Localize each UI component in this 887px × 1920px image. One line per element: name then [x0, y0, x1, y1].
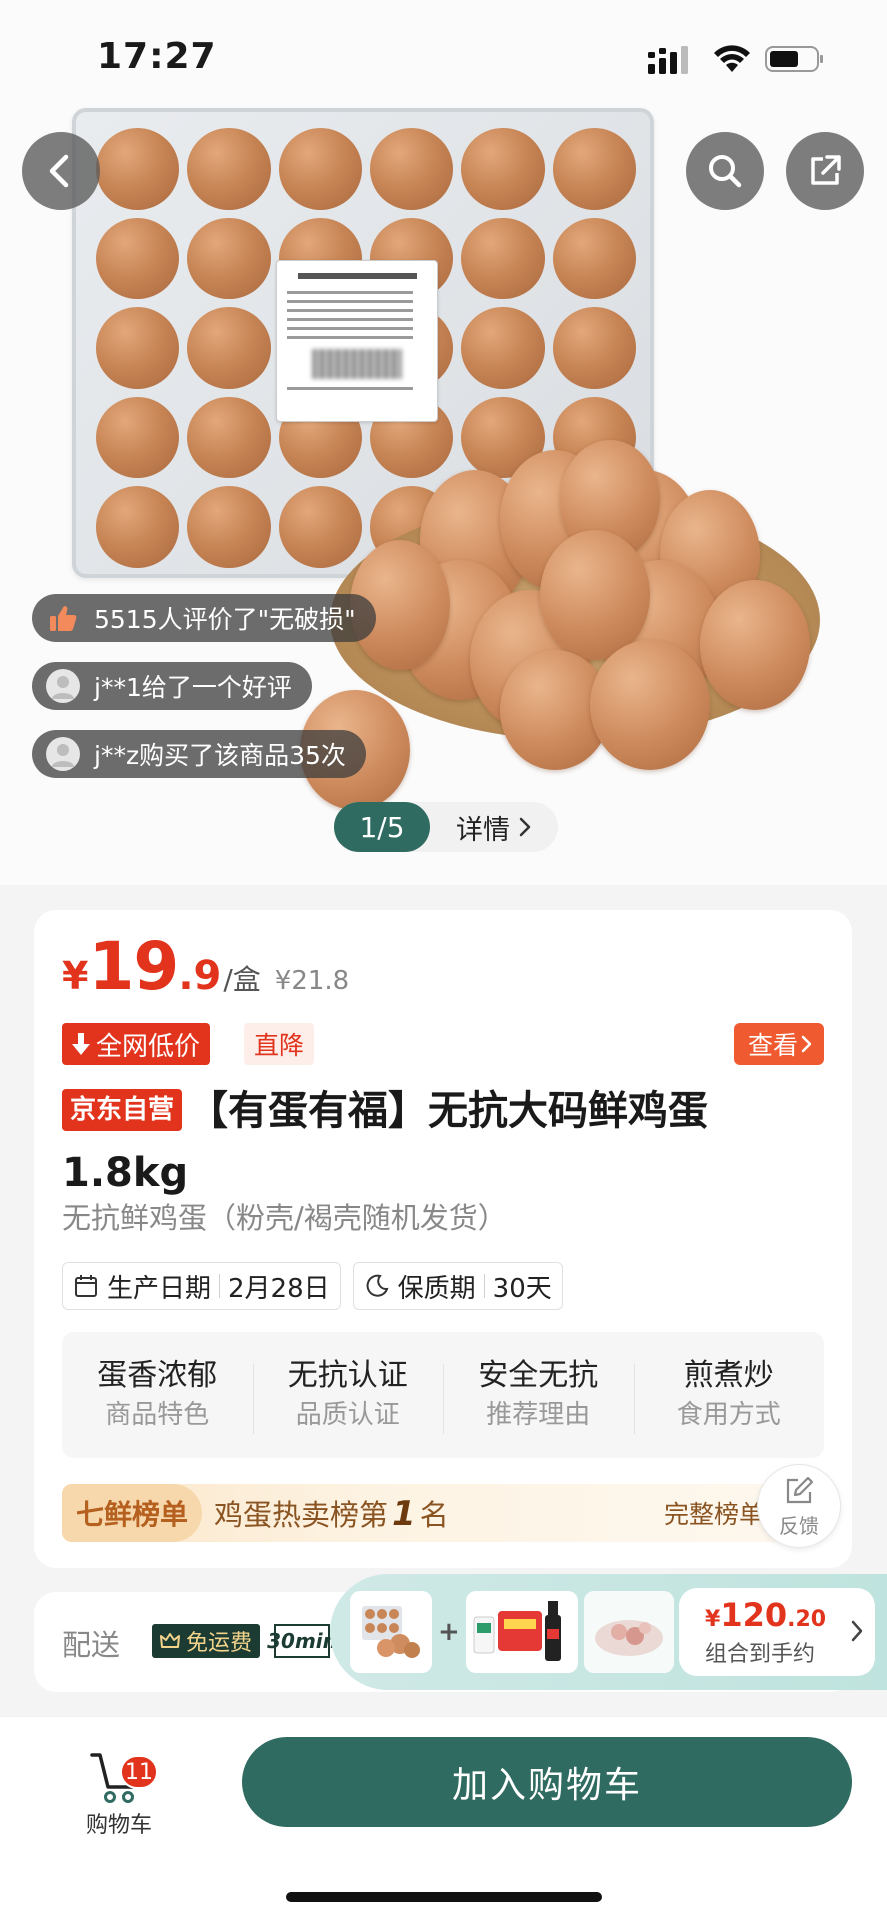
status-bar: 17:27	[0, 32, 887, 82]
wifi-icon	[714, 45, 750, 72]
lowest-price-tag: 全网低价	[62, 1023, 211, 1065]
free-shipping-badge: 免运费	[152, 1624, 261, 1658]
bundle-offer-banner[interactable]: + ¥120.20 组合到手约	[330, 1574, 887, 1690]
ranking-text: 鸡蛋热卖榜第 1 名	[214, 1492, 449, 1534]
price: ¥ 19 .9 /盒 ¥21.8	[62, 928, 349, 1005]
view-button[interactable]: 查看	[733, 1023, 824, 1065]
product-image-gallery[interactable]: 17:27 5515人评价了"无破损" j**1给了一个好评 j**z购买了该商…	[0, 0, 887, 885]
feature-key: 推荐理由	[486, 1400, 591, 1430]
price-integer: 19	[88, 928, 179, 1005]
cart-label: 购物车	[85, 1813, 152, 1838]
ranking-badge: 七鲜榜单	[62, 1484, 203, 1542]
freshness-info: 生产日期 2月28日 保质期 30天	[62, 1262, 563, 1310]
bubble-text: j**1给了一个好评	[94, 673, 292, 702]
chevron-left-icon	[49, 154, 69, 188]
bundle-price-currency: ¥	[705, 1607, 721, 1632]
feature-item: 安全无抗 推荐理由	[443, 1356, 634, 1434]
feature-item: 无抗认证 品质认证	[252, 1356, 444, 1434]
cart-count-badge: 11	[120, 1755, 158, 1789]
jd-self-operated-badge: 京东自营	[62, 1089, 183, 1131]
feature-key: 商品特色	[105, 1400, 210, 1430]
rank-number: 1	[392, 1494, 416, 1534]
fast-delivery-badge: 30min	[267, 1624, 337, 1658]
avatar	[46, 737, 80, 771]
product-subtitle: 无抗鲜鸡蛋（粉壳/褐壳随机发货）	[62, 1201, 507, 1235]
rank-prefix: 鸡蛋热卖榜第	[214, 1498, 389, 1532]
free-shipping-label: 免运费	[186, 1631, 253, 1656]
feature-key: 品质认证	[295, 1400, 400, 1430]
feature-item: 煎煮炒 食用方式	[633, 1356, 825, 1434]
production-date: 生产日期 2月28日	[62, 1262, 341, 1310]
product-detail-page: 17:27 5515人评价了"无破损" j**1给了一个好评 j**z购买了该商…	[0, 0, 887, 1920]
price-decimal: .9	[178, 953, 222, 999]
ranking-banner[interactable]: 七鲜榜单 鸡蛋热卖榜第 1 名 完整榜单	[62, 1484, 824, 1542]
bundle-price-integer: 120	[720, 1596, 788, 1634]
detail-link[interactable]: 详情	[430, 808, 558, 847]
original-price: ¥21.8	[274, 966, 350, 996]
product-info-card: ¥ 19 .9 /盒 ¥21.8 全网低价 直降 查看 京东自营 【有蛋有福】无抗…	[34, 910, 852, 1568]
feedback-label: 反馈	[779, 1513, 819, 1538]
production-date-label: 生产日期	[107, 1273, 212, 1304]
cellular-signal-icon	[648, 46, 688, 74]
home-indicator	[286, 1892, 602, 1902]
chevron-right-icon	[851, 1620, 863, 1642]
share-icon	[811, 155, 841, 185]
rank-suffix: 名	[419, 1498, 449, 1532]
product-title: 京东自营 【有蛋有福】无抗大码鲜鸡蛋1.8kg	[62, 1080, 822, 1204]
bundle-item-sauces	[465, 1591, 578, 1673]
chevron-right-icon	[519, 817, 531, 837]
share-button[interactable]	[786, 132, 864, 210]
bubble-text: 5515人评价了"无破损"	[94, 605, 356, 634]
calendar-icon	[75, 1275, 97, 1297]
back-button[interactable]	[22, 132, 100, 210]
avatar	[46, 669, 80, 703]
feature-value: 蛋香浓郁	[97, 1358, 218, 1393]
activity-bubble[interactable]: j**z购买了该商品35次	[32, 730, 366, 778]
edit-icon	[786, 1476, 814, 1503]
price-unit: /盒	[223, 963, 261, 996]
review-bubble[interactable]: 5515人评价了"无破损"	[32, 594, 376, 642]
full-ranking-link[interactable]: 完整榜单	[664, 1495, 764, 1531]
view-label: 查看	[747, 1031, 798, 1060]
bundle-item-eggs	[350, 1591, 432, 1673]
bundle-price-box[interactable]: ¥120.20 组合到手约	[679, 1588, 875, 1676]
bundle-price-decimal: .20	[787, 1607, 827, 1632]
feedback-button[interactable]: 反馈	[757, 1464, 841, 1548]
thumbs-up-icon	[46, 601, 80, 635]
delivery-label: 配送	[62, 1628, 121, 1662]
production-date-value: 2月28日	[228, 1273, 330, 1304]
crown-icon	[160, 1633, 180, 1648]
price-currency: ¥	[62, 954, 89, 998]
feature-value: 安全无抗	[478, 1358, 599, 1393]
bundle-items: +	[350, 1591, 674, 1673]
bundle-item-more	[583, 1591, 674, 1673]
battery-icon	[765, 46, 823, 72]
bubble-text: j**z购买了该商品35次	[94, 741, 346, 770]
detail-label: 详情	[456, 814, 510, 846]
shelf-life-label: 保质期	[397, 1273, 476, 1304]
feature-value: 无抗认证	[287, 1358, 408, 1393]
search-button[interactable]	[686, 132, 764, 210]
shelf-life-value: 30天	[492, 1273, 552, 1304]
add-to-cart-button[interactable]: 加入购物车	[242, 1737, 852, 1827]
search-icon	[709, 155, 742, 188]
feature-value: 煎煮炒	[683, 1358, 774, 1393]
cart-button[interactable]: 11 购物车	[72, 1739, 166, 1839]
lowest-price-label: 全网低价	[96, 1031, 201, 1062]
status-time: 17:27	[97, 36, 217, 77]
page-index: 1/5	[334, 802, 430, 852]
feature-highlights[interactable]: 蛋香浓郁 商品特色 无抗认证 品质认证 安全无抗 推荐理由 煎煮炒 食用方式	[62, 1332, 824, 1458]
plus-icon: +	[438, 1617, 460, 1647]
feature-item: 蛋香浓郁 商品特色	[62, 1356, 253, 1434]
feature-key: 食用方式	[676, 1400, 781, 1430]
product-label-sticker	[276, 260, 438, 422]
bottom-action-bar: 11 购物车 加入购物车	[0, 1716, 887, 1920]
moon-clock-icon	[366, 1274, 389, 1297]
price-drop-tag: 直降	[244, 1023, 315, 1065]
arrow-down-icon	[72, 1033, 90, 1055]
chevron-right-icon	[801, 1035, 812, 1053]
shelf-life: 保质期 30天	[352, 1262, 563, 1310]
gallery-pager[interactable]: 1/5 详情	[334, 802, 558, 852]
activity-bubble[interactable]: j**1给了一个好评	[32, 662, 312, 710]
